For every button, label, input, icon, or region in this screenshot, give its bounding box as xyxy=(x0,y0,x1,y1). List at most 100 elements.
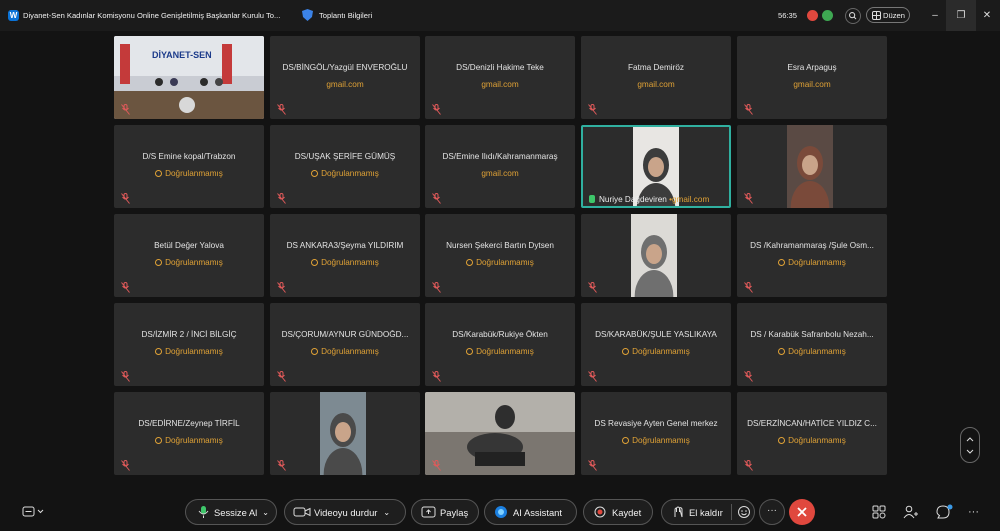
participant-name: DS/ERZİNCAN/HATİCE YILDIZ C... xyxy=(747,419,877,428)
participant-tile[interactable]: DS/Denizli Hakime Teke gmail.com xyxy=(425,36,575,119)
meeting-info-link[interactable]: Toplantı Bilgileri xyxy=(319,11,372,20)
muted-microphone-icon xyxy=(121,191,130,204)
participant-tile[interactable]: DS/EDİRNE/Zeynep TİRFİL Doğrulanmamış xyxy=(114,392,264,475)
unverified-status: Doğrulanmamış xyxy=(581,347,731,356)
clock-icon xyxy=(778,437,786,444)
chat-icon[interactable] xyxy=(935,504,953,523)
unverified-status: Doğrulanmamış xyxy=(114,258,264,267)
clock-icon xyxy=(466,348,474,355)
participant-email-domain: gmail.com xyxy=(326,80,364,89)
participant-tile[interactable]: DS /Kahramanmaraş /Şule Osm... Doğrulanma… xyxy=(737,214,887,297)
clock-icon xyxy=(155,348,163,355)
participant-email-domain: gmail.com xyxy=(481,80,519,89)
recording-status-icon[interactable] xyxy=(807,10,818,21)
participant-tile[interactable]: DS/KARABÜK/ŞULE YASLIKAYA Doğrulanmamış xyxy=(581,303,731,386)
more-options-icon[interactable]: ··· xyxy=(968,506,979,518)
participant-tile[interactable]: DS/ERZİNCAN/HATİCE YILDIZ C... Doğrulanma… xyxy=(737,392,887,475)
participant-email-domain: gmail.com xyxy=(481,169,519,178)
raise-hand-button[interactable]: El kaldır xyxy=(661,499,755,525)
participant-tile[interactable]: Nursen Şekerci Bartın Dytsen Doğrulanmamı… xyxy=(425,214,575,297)
meeting-timer: 56:35 xyxy=(778,11,798,20)
clock-icon xyxy=(622,348,630,355)
captions-icon[interactable] xyxy=(22,506,44,521)
unverified-status: Doğrulanmamış xyxy=(114,436,264,445)
apps-icon[interactable] xyxy=(872,505,886,522)
stop-video-button[interactable]: Videoyu durdur ⌄ xyxy=(284,499,406,525)
grid-icon xyxy=(872,11,881,20)
security-status-icon[interactable] xyxy=(822,10,833,21)
muted-microphone-icon xyxy=(432,191,441,204)
participant-tile[interactable]: D/S Emine kopal/Trabzon Doğrulanmamış xyxy=(114,125,264,208)
participant-tile[interactable] xyxy=(270,392,420,475)
unverified-status: Doğrulanmamış xyxy=(737,258,887,267)
participant-name: DS/Karabük/Rukiye Ökten xyxy=(452,330,548,339)
muted-microphone-icon xyxy=(744,458,753,471)
participant-tile[interactable]: DS/Karabük/Rukiye Ökten Doğrulanmamış xyxy=(425,303,575,386)
chevron-down-icon: ⌄ xyxy=(383,507,391,517)
participant-tile[interactable]: DS ANKARA3/Şeyma YILDIRIM Doğrulanmamış xyxy=(270,214,420,297)
muted-microphone-icon xyxy=(588,102,597,115)
clock-icon xyxy=(466,259,474,266)
mute-button[interactable]: Sessize Al ⌄ xyxy=(185,499,277,525)
participant-label: Nuriye Dağdeviren •gmail.com xyxy=(589,195,709,204)
microphone-icon xyxy=(589,195,595,203)
participant-name: DS/KARABÜK/ŞULE YASLIKAYA xyxy=(595,330,717,339)
participant-name: DS Revasiye Ayten Genel merkez xyxy=(594,419,718,428)
muted-microphone-icon xyxy=(432,369,441,382)
participant-tile[interactable]: Betül Değer Yalova Doğrulanmamış xyxy=(114,214,264,297)
window-title: Diyanet-Sen Kadınlar Komisyonu Online Ge… xyxy=(23,11,281,20)
participant-name: DS ANKARA3/Şeyma YILDIRIM xyxy=(286,241,404,250)
participants-icon[interactable] xyxy=(903,505,919,522)
ai-assistant-button[interactable]: AI Assistant xyxy=(484,499,577,525)
participant-tile[interactable]: Fatma Demiröz gmail.com xyxy=(581,36,731,119)
participant-tile[interactable]: DS Revasiye Ayten Genel merkez Doğrulanma… xyxy=(581,392,731,475)
clock-icon xyxy=(311,170,319,177)
participant-tile[interactable]: DS/İZMİR 2 / İNCİ BİLGİÇ Doğrulanmamış xyxy=(114,303,264,386)
grid-scroll-control[interactable] xyxy=(960,427,980,463)
unverified-status: Doğrulanmamış xyxy=(737,347,887,356)
webex-logo-icon: W xyxy=(8,10,19,21)
participant-email-domain: gmail.com xyxy=(793,80,831,89)
clock-icon xyxy=(778,259,786,266)
participant-name: Fatma Demiröz xyxy=(628,63,684,72)
participant-tile[interactable]: DS/ÇORUM/AYNUR GÜNDOĞD... Doğrulanmamış xyxy=(270,303,420,386)
muted-microphone-icon xyxy=(121,280,130,293)
unverified-status: Doğrulanmamış xyxy=(270,258,420,267)
meeting-info-shield-icon[interactable] xyxy=(302,9,313,21)
muted-microphone-icon xyxy=(432,280,441,293)
participant-tile[interactable]: DİYANET-SEN xyxy=(114,36,264,119)
record-button[interactable]: Kaydet xyxy=(583,499,653,525)
share-screen-icon xyxy=(421,506,436,518)
video-camera-icon xyxy=(293,507,311,517)
participant-tile[interactable]: DS/Emine Ilıdı/Kahramanmaraş gmail.com xyxy=(425,125,575,208)
muted-microphone-icon xyxy=(277,458,286,471)
participant-name: DS/EDİRNE/Zeynep TİRFİL xyxy=(138,419,240,428)
muted-microphone-icon xyxy=(588,458,597,471)
close-window-button[interactable]: ✕ xyxy=(972,0,1000,31)
participant-tile[interactable]: Nuriye Dağdeviren •gmail.com xyxy=(581,125,731,208)
participant-tile[interactable]: DS / Karabük Safranbolu Nezah... Doğrulan… xyxy=(737,303,887,386)
leave-meeting-button[interactable] xyxy=(789,499,815,525)
muted-microphone-icon xyxy=(432,458,441,471)
unverified-status: Doğrulanmamış xyxy=(425,347,575,356)
muted-microphone-icon xyxy=(744,280,753,293)
unverified-status: Doğrulanmamış xyxy=(270,169,420,178)
unverified-status: Doğrulanmamış xyxy=(114,169,264,178)
record-icon xyxy=(594,506,606,518)
participant-tile[interactable]: Esra Arpaguş gmail.com xyxy=(737,36,887,119)
layout-button[interactable]: Düzen xyxy=(866,7,910,23)
participant-tile[interactable]: DS/BİNGÖL/Yazgül ENVEROĞLU gmail.com xyxy=(270,36,420,119)
participant-tile[interactable] xyxy=(425,392,575,475)
participant-tile[interactable]: DS/UŞAK ŞERİFE GÜMÜŞ Doğrulanmamış xyxy=(270,125,420,208)
zoom-icon[interactable] xyxy=(845,8,861,24)
participant-tile[interactable] xyxy=(581,214,731,297)
unverified-status: Doğrulanmamış xyxy=(114,347,264,356)
muted-microphone-icon xyxy=(588,369,597,382)
muted-microphone-icon xyxy=(277,102,286,115)
participant-tile[interactable] xyxy=(737,125,887,208)
participant-video xyxy=(425,392,575,475)
share-button[interactable]: Paylaş xyxy=(411,499,479,525)
ai-assistant-icon xyxy=(495,506,507,518)
room-sign-text: DİYANET-SEN xyxy=(152,50,212,60)
more-options-button[interactable]: ··· xyxy=(759,499,785,525)
